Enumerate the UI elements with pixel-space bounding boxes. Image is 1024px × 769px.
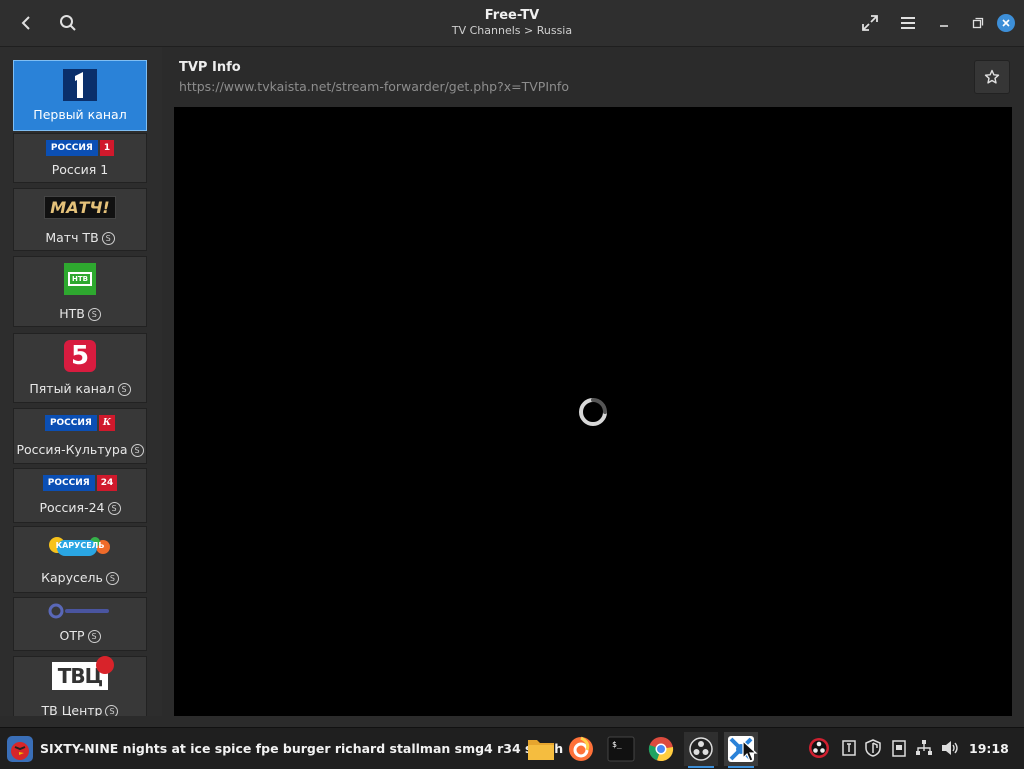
s-badge-icon: S <box>107 502 121 515</box>
svg-text:$_: $_ <box>612 740 622 749</box>
angry-bird-icon <box>7 736 33 762</box>
tray-clipboard[interactable] <box>888 737 910 759</box>
now-playing-text: SIXTY-NINE nights at ice spice fpe burge… <box>40 741 564 756</box>
terminal-icon: $_ <box>607 736 635 762</box>
tray-network[interactable] <box>913 737 935 759</box>
channel-logo-karusel: КАРУСЕЛЬ <box>14 533 146 563</box>
channel-label: Россия 1 <box>51 162 109 177</box>
restore-button[interactable] <box>966 7 990 39</box>
taskbar: SIXTY-NINE nights at ice spice fpe burge… <box>0 727 1024 769</box>
channel-label: НТВ S <box>14 306 146 321</box>
stream-view: TVP Info https://www.tvkaista.net/stream… <box>163 47 1024 716</box>
taskbar-app-files[interactable] <box>524 732 558 766</box>
channel-item-rossiya-1[interactable]: РОССИЯ 1 Россия 1 <box>13 133 147 183</box>
channel-logo-perviy <box>14 69 146 101</box>
tray-obs[interactable] <box>808 737 830 759</box>
channel-item-ntv[interactable]: НТВ НТВ S <box>13 256 147 327</box>
network-icon <box>916 740 932 755</box>
s-badge-icon: S <box>87 308 101 321</box>
s-badge-icon: S <box>105 572 119 585</box>
obs-icon <box>689 737 713 761</box>
hamburger-menu-icon <box>901 17 915 29</box>
star-icon <box>984 69 1000 84</box>
tray-volume[interactable] <box>939 737 961 759</box>
taskbar-app-firefox[interactable] <box>564 732 598 766</box>
taskbar-app-obs[interactable] <box>684 732 718 768</box>
channel-logo-match: МАТЧ! <box>14 196 146 219</box>
app-menu-button[interactable] <box>3 732 37 766</box>
channel-logo-tvc: ТВЦ <box>14 656 146 690</box>
channel-logo-ntv: НТВ <box>14 263 146 295</box>
close-button[interactable] <box>991 7 1021 39</box>
loading-spinner-icon <box>579 398 607 426</box>
files-icon <box>528 740 554 760</box>
back-button[interactable] <box>10 7 42 39</box>
header-bar: Free-TV TV Channels > Russia <box>0 0 1024 47</box>
favorite-button[interactable] <box>974 60 1010 94</box>
s-badge-icon: S <box>101 232 115 245</box>
channel-item-rossiya-kultura[interactable]: РОССИЯ К Россия-Культура S <box>13 408 147 464</box>
tray-shield[interactable] <box>862 737 884 759</box>
clock[interactable]: 19:18 <box>969 741 1009 756</box>
clipboard-icon <box>892 740 906 757</box>
channel-list: Первый канал РОССИЯ 1 Россия 1 МАТЧ! Матч… <box>0 47 162 716</box>
channel-item-karusel[interactable]: КАРУСЕЛЬ Карусель S <box>13 526 147 593</box>
channel-logo-pyatiy: 5 <box>14 340 146 372</box>
channel-label: ТВ Центр S <box>14 703 146 716</box>
channel-label: Первый канал <box>33 107 127 122</box>
channel-item-pyatiy-kanal[interactable]: 5 Пятый канал S <box>13 333 147 403</box>
s-badge-icon: S <box>117 383 131 396</box>
shield-icon <box>865 739 881 757</box>
channel-logo-otr <box>14 603 146 619</box>
fullscreen-icon <box>862 15 878 31</box>
search-button[interactable] <box>52 7 84 39</box>
channel-label: Карусель S <box>14 570 146 585</box>
channel-logo-rossiya-1: РОССИЯ 1 <box>14 140 146 156</box>
firefox-icon <box>569 736 593 761</box>
window-title-group: Free-TV TV Channels > Russia <box>312 7 712 38</box>
minimize-icon <box>940 25 948 27</box>
search-icon <box>60 15 76 31</box>
close-icon <box>997 14 1015 32</box>
video-player[interactable] <box>174 107 1012 716</box>
volume-icon <box>942 741 958 755</box>
s-badge-icon: S <box>87 630 101 643</box>
stream-url[interactable]: https://www.tvkaista.net/stream-forwarde… <box>179 79 569 94</box>
menu-button[interactable] <box>892 7 924 39</box>
fullscreen-button[interactable] <box>854 7 886 39</box>
back-arrow-icon <box>21 16 30 30</box>
channel-item-rossiya-24[interactable]: РОССИЯ 24 Россия-24 S <box>13 468 147 523</box>
s-badge-icon: S <box>105 705 119 716</box>
tray-keyboard-layout[interactable] <box>838 737 860 759</box>
channel-logo-rossiya-kultura: РОССИЯ К <box>14 415 146 431</box>
channel-label: Россия-24 S <box>14 500 146 515</box>
channel-item-match-tv[interactable]: МАТЧ! Матч ТВ S <box>13 188 147 251</box>
chrome-icon <box>648 737 674 762</box>
channel-item-tv-tsentr[interactable]: ТВЦ ТВ Центр S <box>13 656 147 716</box>
mouse-cursor-icon <box>742 740 758 762</box>
channel-logo-rossiya-24: РОССИЯ 24 <box>14 475 146 491</box>
channel-item-otr[interactable]: ОТР S <box>13 597 147 651</box>
channel-item-perviy-kanal[interactable]: Первый канал <box>13 60 147 131</box>
obs-tray-icon <box>809 738 829 758</box>
window-title: Free-TV <box>484 8 540 23</box>
taskbar-app-chrome[interactable] <box>644 732 678 766</box>
stream-title: TVP Info <box>179 60 241 75</box>
channel-label: ОТР S <box>14 628 146 643</box>
restore-icon <box>972 17 984 29</box>
channel-label: Россия-Культура S <box>14 442 146 457</box>
minimize-button[interactable] <box>932 7 956 39</box>
channel-label: Матч ТВ S <box>14 230 146 245</box>
s-badge-icon: S <box>130 444 144 457</box>
taskbar-app-terminal[interactable]: $_ <box>604 732 638 766</box>
channel-label: Пятый канал S <box>14 381 146 396</box>
window-subtitle: TV Channels > Russia <box>451 24 573 37</box>
keyboard-layout-icon <box>842 740 856 756</box>
